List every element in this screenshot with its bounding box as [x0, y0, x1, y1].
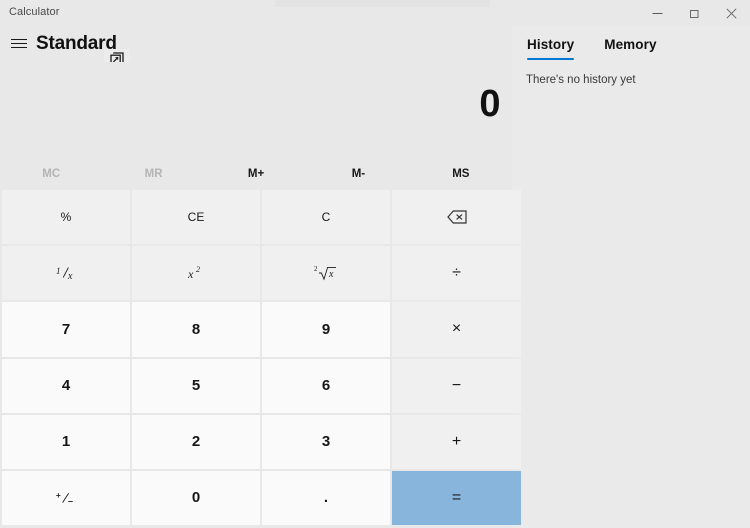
calculator-window: Calculator Standard History Memory There…: [0, 0, 750, 528]
percent-label: %: [60, 210, 72, 225]
percent-button[interactable]: %: [2, 190, 130, 245]
square-button[interactable]: x 2: [132, 246, 260, 301]
svg-text:x: x: [67, 271, 73, 281]
multiply-button[interactable]: ×: [392, 302, 521, 357]
seven-button[interactable]: 7: [2, 302, 130, 357]
svg-text:–: –: [68, 496, 73, 506]
reciprocal-button[interactable]: 1 x: [2, 246, 130, 301]
svg-text:x: x: [187, 267, 194, 281]
add-button[interactable]: +: [392, 414, 521, 469]
negate-button[interactable]: + –: [2, 470, 130, 525]
hamburger-icon-line: [11, 47, 27, 48]
clear-button[interactable]: C: [262, 190, 390, 245]
history-memory-panel: History Memory There's no history yet: [512, 26, 750, 528]
title-bar-drag-region: [275, 0, 490, 7]
equals-button[interactable]: =: [392, 470, 521, 525]
square-root-button[interactable]: 2 x: [262, 246, 390, 301]
sqrt-glyph: 2 x: [314, 264, 338, 282]
decimal-button[interactable]: .: [262, 470, 390, 525]
five-button[interactable]: 5: [132, 358, 260, 413]
hamburger-icon-line: [11, 43, 27, 44]
negate-glyph: + –: [55, 490, 77, 506]
clear-label: C: [321, 210, 331, 225]
one-label: 1: [61, 433, 71, 451]
six-button[interactable]: 6: [262, 358, 390, 413]
close-button[interactable]: [713, 0, 750, 26]
calculator-body: 0 MC MR M+ M- MS % CE C 1 x x 2 2 x ÷ 7 …: [0, 62, 521, 528]
seven-label: 7: [61, 320, 71, 338]
eight-button[interactable]: 8: [132, 302, 260, 357]
backspace-icon: [446, 210, 467, 224]
memory-button-row: MC MR M+ M- MS: [0, 158, 512, 190]
history-empty-message: There's no history yet: [526, 74, 636, 86]
minimize-icon: [652, 8, 663, 19]
app-title: Calculator: [9, 6, 60, 18]
tab-history-label: History: [527, 36, 575, 52]
subtract-label: −: [451, 376, 462, 394]
tab-memory[interactable]: Memory: [604, 26, 656, 62]
decimal-label: .: [323, 489, 329, 507]
six-label: 6: [321, 377, 331, 395]
panel-tab-list: History Memory: [512, 26, 657, 62]
display-area[interactable]: 0: [0, 62, 512, 152]
tab-history[interactable]: History: [527, 26, 575, 62]
divide-label: ÷: [452, 264, 461, 282]
restore-icon: [689, 8, 700, 19]
close-icon: [726, 7, 737, 19]
two-label: 2: [191, 433, 201, 451]
tab-active-indicator: [527, 58, 575, 60]
one-button[interactable]: 1: [2, 414, 130, 469]
four-label: 4: [61, 377, 71, 395]
three-button[interactable]: 3: [262, 414, 390, 469]
calculator-header: Standard: [0, 26, 512, 73]
zero-button[interactable]: 0: [132, 470, 260, 525]
reciprocal-glyph: 1 x: [55, 265, 77, 281]
square-glyph: x 2: [186, 265, 206, 281]
memory-clear-button[interactable]: MC: [0, 158, 102, 190]
clear-entry-label: CE: [187, 210, 205, 225]
five-label: 5: [191, 377, 201, 395]
clear-entry-button[interactable]: CE: [132, 190, 260, 245]
subtract-button[interactable]: −: [392, 358, 521, 413]
memory-subtract-button[interactable]: M-: [307, 158, 409, 190]
backspace-button[interactable]: [392, 190, 521, 245]
add-label: +: [451, 432, 462, 450]
divide-button[interactable]: ÷: [392, 246, 521, 301]
three-label: 3: [321, 433, 331, 451]
equals-label: =: [451, 488, 462, 506]
keypad: % CE C 1 x x 2 2 x ÷ 7 8 9 × 4 5 6 − 1 2…: [2, 190, 521, 525]
nine-button[interactable]: 9: [262, 302, 390, 357]
title-bar[interactable]: Calculator: [0, 0, 750, 26]
four-button[interactable]: 4: [2, 358, 130, 413]
two-button[interactable]: 2: [132, 414, 260, 469]
zero-label: 0: [191, 489, 201, 507]
eight-label: 8: [191, 320, 201, 338]
svg-text:2: 2: [196, 265, 200, 274]
multiply-label: ×: [451, 320, 462, 338]
hamburger-icon-line: [11, 39, 27, 40]
navigation-menu-button[interactable]: [4, 29, 34, 59]
svg-text:x: x: [328, 269, 334, 280]
memory-store-button[interactable]: MS: [410, 158, 512, 190]
tab-memory-label: Memory: [604, 36, 657, 52]
svg-text:1: 1: [56, 266, 61, 276]
restore-button[interactable]: [676, 0, 713, 26]
minimize-button[interactable]: [639, 0, 676, 26]
svg-text:2: 2: [314, 265, 318, 273]
display-result[interactable]: 0: [10, 80, 500, 128]
nine-label: 9: [321, 320, 331, 338]
window-controls: [639, 0, 750, 26]
memory-recall-button[interactable]: MR: [102, 158, 204, 190]
svg-text:+: +: [56, 491, 61, 500]
memory-add-button[interactable]: M+: [205, 158, 307, 190]
